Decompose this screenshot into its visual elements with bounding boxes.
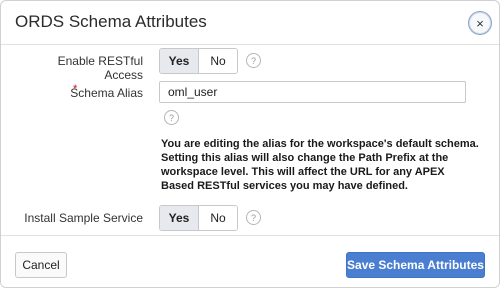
install-sample-service-toggle: Yes No [159, 205, 238, 231]
schema-alias-label: Schema Alias [70, 86, 143, 100]
dialog-body: Enable RESTful Access Yes No ? * Schema … [1, 45, 499, 235]
dialog-header: ORDS Schema Attributes × [1, 1, 499, 45]
install-sample-yes-option[interactable]: Yes [160, 206, 198, 230]
install-sample-service-label: Install Sample Service [24, 211, 143, 225]
enable-restful-access-label: Enable RESTful Access [57, 54, 143, 82]
schema-alias-warning-text: You are editing the alias for the worksp… [161, 138, 479, 192]
dialog-title: ORDS Schema Attributes [15, 12, 207, 31]
help-icon[interactable]: ? [164, 110, 179, 125]
close-icon: × [476, 15, 484, 31]
enable-restful-yes-option[interactable]: Yes [160, 49, 198, 73]
schema-alias-input[interactable] [159, 81, 466, 103]
cancel-button[interactable]: Cancel [15, 252, 67, 278]
ords-schema-attributes-dialog: ORDS Schema Attributes × Enable RESTful … [0, 0, 500, 288]
close-button[interactable]: × [468, 11, 492, 35]
enable-restful-access-toggle: Yes No [159, 48, 238, 74]
install-sample-no-option[interactable]: No [198, 206, 237, 230]
dialog-footer: Cancel Save Schema Attributes [1, 235, 499, 287]
enable-restful-no-option[interactable]: No [198, 49, 237, 73]
help-icon[interactable]: ? [246, 210, 261, 225]
save-schema-attributes-button[interactable]: Save Schema Attributes [346, 252, 485, 278]
help-icon[interactable]: ? [246, 53, 261, 68]
